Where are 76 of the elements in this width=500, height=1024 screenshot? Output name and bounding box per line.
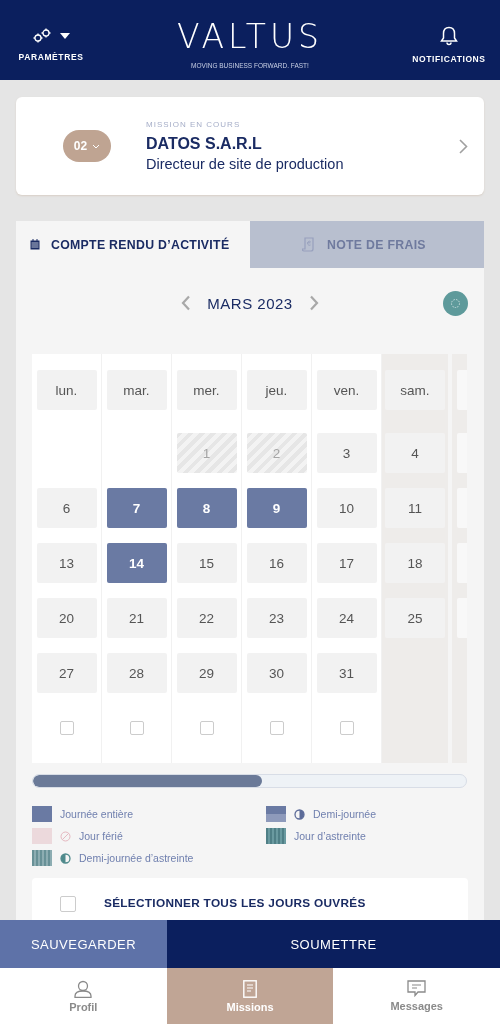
column-checkbox[interactable] (199, 721, 214, 735)
column-checkbox[interactable] (59, 721, 74, 735)
legend-label: Demi-journée (313, 808, 377, 820)
notifications-label[interactable]: NOTIFICATIONS (412, 54, 486, 64)
mission-caption: MISSION EN COURS (146, 120, 242, 129)
document-icon (243, 979, 257, 998)
column-checkbox[interactable] (269, 721, 284, 735)
day-cell[interactable]: 11 (385, 488, 445, 528)
weekday-label: sam. (385, 370, 445, 410)
day-cell[interactable]: 16 (246, 543, 307, 583)
day-cell[interactable]: 13 (36, 543, 97, 583)
scrollbar-thumb[interactable] (33, 775, 262, 787)
settings-label[interactable]: PARAMÈTRES (18, 52, 84, 62)
month-title: MARS 2023 (207, 294, 293, 312)
day-cell[interactable]: 9 (246, 488, 307, 528)
person-icon (74, 979, 93, 998)
day-cell[interactable]: 30 (246, 653, 307, 693)
weekday-label: lun. (36, 370, 97, 410)
legend-label: Jour d’astreinte (294, 830, 366, 842)
day-cell[interactable]: 10 (316, 488, 377, 528)
logo: VALTUS (176, 17, 324, 56)
gears-icon[interactable] (32, 28, 54, 44)
weekday-label: mar. (106, 370, 167, 410)
legend-label: Jour férié (79, 830, 123, 842)
legend-swatch (32, 828, 52, 844)
receipt-icon (302, 237, 316, 252)
caret-icon[interactable] (60, 33, 70, 39)
half-circle-icon (294, 808, 305, 820)
weekday-label: mer. (176, 370, 237, 410)
day-cell[interactable]: 20 (36, 598, 97, 638)
chat-icon (407, 980, 427, 997)
legend-swatch (266, 806, 286, 822)
weekday-label: jeu. (246, 370, 307, 410)
day-cell[interactable]: 27 (36, 653, 97, 693)
day-cell[interactable]: 18 (385, 543, 445, 583)
submit-button[interactable]: SOUMETTRE (167, 920, 500, 968)
day-cell[interactable]: 4 (385, 433, 445, 473)
day-cell[interactable]: 15 (176, 543, 237, 583)
bell-icon[interactable] (440, 26, 458, 46)
legend-label: Demi-journée d’astreinte (79, 852, 194, 864)
prohibited-icon (60, 830, 71, 842)
day-cell[interactable]: 31 (316, 653, 377, 693)
job-title: Directeur de site de production (146, 156, 345, 172)
legend-label: Journée entière (60, 808, 133, 820)
select-all-label[interactable]: SÉLECTIONNER TOUS LES JOURS OUVRÉS (104, 896, 366, 910)
column-checkbox[interactable] (339, 721, 354, 735)
select-all-checkbox[interactable] (60, 896, 76, 912)
day-cell[interactable]: 17 (316, 543, 377, 583)
legend-swatch (266, 828, 286, 844)
save-button[interactable]: SAUVEGARDER (0, 920, 167, 968)
column-checkbox[interactable] (129, 721, 144, 735)
day-cell[interactable]: 28 (106, 653, 167, 693)
mission-card[interactable]: 02 MISSION EN COURS DATOS S.A.R.L Directeur de site de production (16, 97, 484, 195)
day-cell[interactable]: 24 (316, 598, 377, 638)
calendar-icon (30, 239, 40, 250)
day-cell[interactable]: 21 (106, 598, 167, 638)
previous-month-icon[interactable] (181, 295, 192, 311)
day-cell[interactable]: 8 (176, 488, 237, 528)
day-cell[interactable]: 3 (316, 433, 377, 473)
weekday-label: ven. (316, 370, 377, 410)
next-month-icon[interactable] (308, 295, 319, 311)
day-cell[interactable]: 7 (106, 488, 167, 528)
half-circle-icon (60, 852, 71, 864)
sync-button[interactable] (443, 291, 468, 316)
day-cell[interactable]: 29 (176, 653, 237, 693)
day-cell[interactable]: 23 (246, 598, 307, 638)
day-cell[interactable]: 6 (36, 488, 97, 528)
day-cell[interactable]: 25 (385, 598, 445, 638)
legend-swatch (32, 806, 52, 822)
day-cell[interactable]: 22 (176, 598, 237, 638)
horizontal-scrollbar[interactable] (32, 774, 467, 788)
legend-swatch (32, 850, 52, 866)
day-cell[interactable]: 14 (106, 543, 167, 583)
chevron-down-icon (92, 143, 101, 149)
company-name: DATOS S.A.R.L (146, 135, 263, 153)
chevron-right-icon (459, 138, 468, 154)
